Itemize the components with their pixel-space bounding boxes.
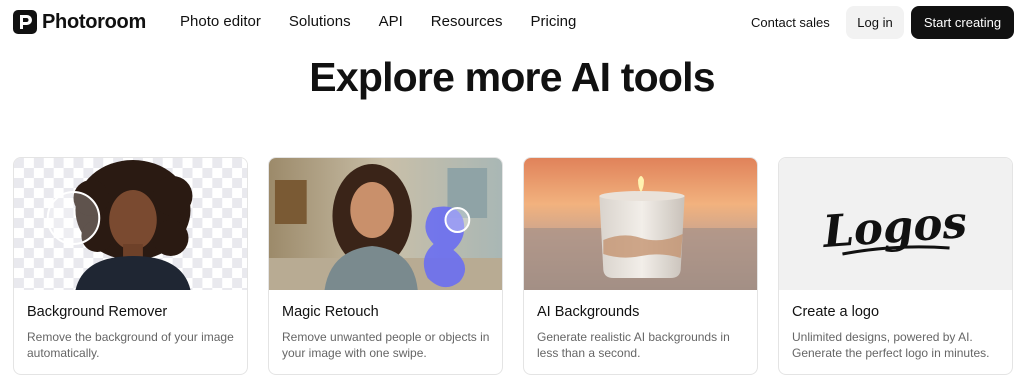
background-remover-image	[14, 158, 247, 290]
card-title: AI Backgrounds	[537, 304, 640, 320]
brand-name: Photoroom	[42, 10, 146, 33]
create-logo-image: Logos	[779, 158, 1012, 290]
photoroom-logo[interactable]: Photoroom	[13, 10, 146, 34]
card-description: Generate realistic AI backgrounds in les…	[537, 330, 730, 360]
magic-retouch-image	[269, 158, 502, 290]
card-description: Remove unwanted people or objects in you…	[282, 330, 490, 360]
top-navigation: Photoroom Photo editor Solutions API Res…	[0, 0, 1024, 44]
card-magic-retouch[interactable]: Magic Retouch Remove unwanted people or …	[268, 157, 503, 375]
card-ai-backgrounds[interactable]: AI Backgrounds Generate realistic AI bac…	[523, 157, 758, 375]
start-creating-button[interactable]: Start creating	[911, 6, 1014, 39]
nav-solutions[interactable]: Solutions	[289, 13, 351, 30]
card-title: Background Remover	[27, 304, 168, 320]
ai-backgrounds-image	[524, 158, 757, 290]
card-create-logo[interactable]: Logos Create a logo Unlimited designs, p…	[778, 157, 1013, 375]
section-heading: Explore more AI tools	[309, 54, 715, 100]
card-title: Create a logo	[792, 304, 880, 320]
nav-resources[interactable]: Resources	[431, 13, 503, 30]
nav-pricing[interactable]: Pricing	[531, 13, 577, 30]
contact-sales-link[interactable]: Contact sales	[751, 15, 830, 30]
card-title: Magic Retouch	[282, 304, 379, 320]
card-background-remover[interactable]: Background Remover Remove the background…	[13, 157, 248, 375]
card-description: Unlimited designs, powered by AI. Genera…	[792, 330, 990, 360]
photoroom-logo-icon	[13, 10, 37, 34]
login-button[interactable]: Log in	[846, 6, 904, 39]
nav-photo-editor[interactable]: Photo editor	[180, 13, 261, 30]
card-description: Remove the background of your image auto…	[27, 330, 234, 360]
nav-api[interactable]: API	[379, 13, 403, 30]
nav-links: Photo editor Solutions API Resources Pri…	[180, 13, 604, 30]
